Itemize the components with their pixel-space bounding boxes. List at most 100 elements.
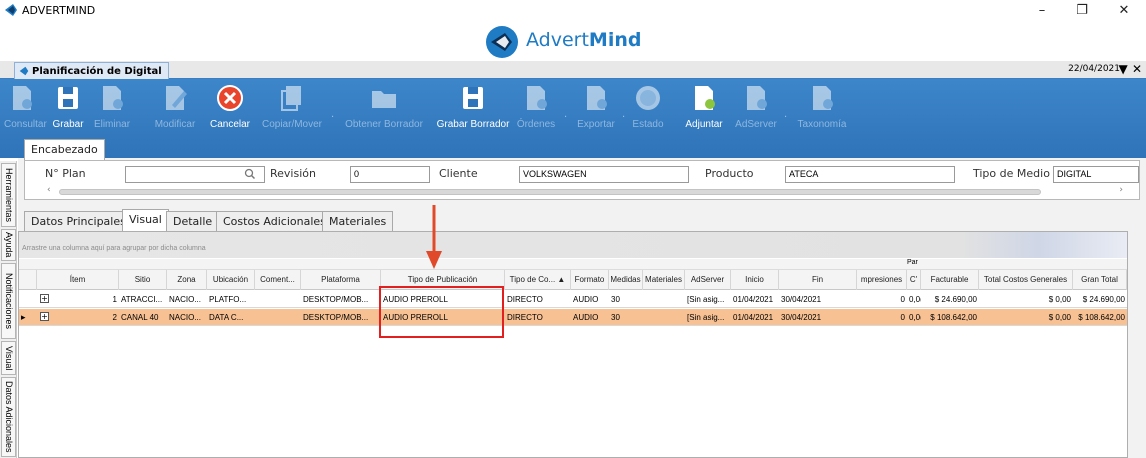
ordenes-button[interactable]: Órdenes — [516, 83, 556, 130]
col-total-costos[interactable]: Total Costos Generales — [979, 270, 1073, 290]
restore-button[interactable]: ❐ — [1062, 0, 1102, 22]
cell-formato[interactable]: AUDIO — [571, 309, 609, 326]
grabar-borrador-button[interactable]: Grabar Borrador — [432, 83, 514, 130]
tab-detalle[interactable]: Detalle — [166, 211, 220, 233]
cell-zona[interactable]: NACIO... — [167, 309, 207, 326]
cell-plataforma[interactable]: DESKTOP/MOB... — [301, 309, 381, 326]
col-sitio[interactable]: Sitio — [119, 270, 167, 290]
cell-fin[interactable]: 30/04/2021 — [779, 309, 857, 326]
tab-encabezado[interactable]: Encabezado — [24, 139, 105, 161]
cell-inicio[interactable]: 01/04/2021 — [731, 309, 779, 326]
cancelar-label: Cancelar — [209, 119, 251, 130]
cell-facturable[interactable]: $ 108.642,00 — [921, 309, 979, 326]
cell-materiales[interactable] — [643, 291, 685, 308]
cell-facturable[interactable]: $ 24.690,00 — [921, 291, 979, 308]
cell-item[interactable]: 2 — [37, 309, 119, 326]
cell-ubicacion[interactable]: PLATFO... — [207, 291, 255, 308]
cliente-field[interactable]: VOLKSWAGEN — [519, 166, 689, 183]
cell-ctr[interactable]: 0,0( — [907, 291, 921, 308]
grid-header-row: Ítem Sitio Zona Ubicación Coment... Plat… — [19, 270, 1127, 290]
cell-ubicacion[interactable]: DATA C... — [207, 309, 255, 326]
adserver-button[interactable]: AdServer — [734, 83, 778, 130]
cell-sitio[interactable]: ATRACCI... — [119, 291, 167, 308]
estado-button[interactable]: Estado — [630, 83, 666, 130]
cell-formato[interactable]: AUDIO — [571, 291, 609, 308]
col-medidas[interactable]: Medidas — [609, 270, 643, 290]
revision-field[interactable]: 0 — [350, 166, 430, 183]
document-close-icon[interactable]: ✕ — [1132, 62, 1142, 76]
cell-tipo-compra[interactable]: DIRECTO — [505, 291, 571, 308]
table-row-selected[interactable]: ▸ + 2 CANAL 40 NACIO... DATA C... DESKTO… — [19, 309, 1127, 326]
col-impresiones[interactable]: mpresiones — [857, 270, 907, 290]
col-item[interactable]: Ítem — [37, 270, 119, 290]
exportar-button[interactable]: Exportar — [574, 83, 618, 130]
save-icon — [58, 87, 78, 109]
col-gran-total[interactable]: Gran Total — [1073, 270, 1127, 290]
close-button[interactable]: ✕ — [1104, 0, 1144, 22]
scroll-right-icon[interactable]: › — [1119, 185, 1123, 195]
col-zona[interactable]: Zona — [167, 270, 207, 290]
cell-total-costos[interactable]: $ 0,00 — [979, 309, 1073, 326]
tab-costos-adicionales[interactable]: Costos Adicionales — [216, 211, 333, 233]
cell-total-costos[interactable]: $ 0,00 — [979, 291, 1073, 308]
encabezado-hscroll[interactable]: ‹ › — [41, 185, 1141, 196]
col-ubicacion[interactable]: Ubicación — [207, 270, 255, 290]
col-adserver[interactable]: AdServer — [685, 270, 731, 290]
grabar-button[interactable]: Grabar — [48, 83, 88, 130]
col-ctr[interactable]: C' — [907, 270, 921, 290]
cell-plataforma[interactable]: DESKTOP/MOB... — [301, 291, 381, 308]
modificar-button[interactable]: Modificar — [152, 83, 198, 130]
cell-gran-total[interactable]: $ 108.642,00 — [1073, 309, 1127, 326]
tab-visual[interactable]: Visual — [122, 209, 169, 233]
cell-sitio[interactable]: CANAL 40 — [119, 309, 167, 326]
copiar-mover-button[interactable]: Copiar/Mover — [258, 83, 326, 130]
cell-comentario[interactable] — [255, 291, 301, 308]
cell-zona[interactable]: NACIO... — [167, 291, 207, 308]
search-icon[interactable] — [244, 168, 256, 180]
document-menu-icon[interactable]: ▼ — [1119, 62, 1128, 76]
cell-ctr[interactable]: 0,0( — [907, 309, 921, 326]
col-materiales[interactable]: Materiales — [643, 270, 685, 290]
col-tipo-compra[interactable]: Tipo de Co... ▲ — [505, 270, 571, 290]
side-tab-herramientas[interactable]: Herramientas — [1, 163, 16, 227]
cell-inicio[interactable]: 01/04/2021 — [731, 291, 779, 308]
col-inicio[interactable]: Inicio — [731, 270, 779, 290]
consultar-button[interactable]: Consultar — [4, 83, 47, 130]
obtener-borrador-button[interactable]: Obtener Borrador — [342, 83, 426, 130]
side-tab-datos-adicionales[interactable]: Datos Adicionales — [1, 377, 16, 457]
col-comentario[interactable]: Coment... — [255, 270, 301, 290]
cell-fin[interactable]: 30/04/2021 — [779, 291, 857, 308]
adjuntar-button[interactable]: Adjuntar — [682, 83, 726, 130]
side-tab-ayuda[interactable]: Ayuda — [1, 229, 16, 261]
side-tab-visual[interactable]: Visual — [1, 341, 16, 375]
producto-field[interactable]: ATECA — [785, 166, 955, 183]
minimize-button[interactable]: – — [1022, 0, 1062, 22]
tipo-medio-field[interactable]: DIGITAL — [1053, 166, 1139, 183]
tab-datos-principales[interactable]: Datos Principales — [24, 211, 133, 233]
group-by-panel[interactable]: Arrastre una columna aquí para agrupar p… — [19, 232, 1127, 258]
col-plataforma[interactable]: Plataforma — [301, 270, 381, 290]
tab-planificacion-digital[interactable]: Planificación de Digital — [14, 62, 169, 79]
cell-comentario[interactable] — [255, 309, 301, 326]
cell-adserver[interactable]: [Sin asig... — [685, 291, 731, 308]
cell-impresiones[interactable]: 0 — [857, 309, 907, 326]
cell-impresiones[interactable]: 0 — [857, 291, 907, 308]
cancelar-button[interactable]: Cancelar — [208, 83, 252, 130]
col-facturable[interactable]: Facturable — [921, 270, 979, 290]
cell-medidas[interactable]: 30 — [609, 309, 643, 326]
taxonomia-button[interactable]: Taxonomía — [794, 83, 850, 130]
table-row[interactable]: + 1 ATRACCI... NACIO... PLATFO... DESKTO… — [19, 291, 1127, 308]
cell-materiales[interactable] — [643, 309, 685, 326]
col-fin[interactable]: Fin — [779, 270, 857, 290]
side-tab-notificaciones[interactable]: Notificaciones — [1, 263, 16, 339]
cell-medidas[interactable]: 30 — [609, 291, 643, 308]
eliminar-button[interactable]: Eliminar — [92, 83, 132, 130]
scroll-left-icon[interactable]: ‹ — [47, 185, 51, 195]
cell-adserver[interactable]: [Sin asig... — [685, 309, 731, 326]
cell-tipo-compra[interactable]: DIRECTO — [505, 309, 571, 326]
scroll-thumb[interactable] — [59, 189, 1041, 195]
col-formato[interactable]: Formato — [571, 270, 609, 290]
cell-item[interactable]: 1 — [37, 291, 119, 308]
cell-gran-total[interactable]: $ 24.690,00 — [1073, 291, 1127, 308]
tab-materiales[interactable]: Materiales — [322, 211, 394, 233]
